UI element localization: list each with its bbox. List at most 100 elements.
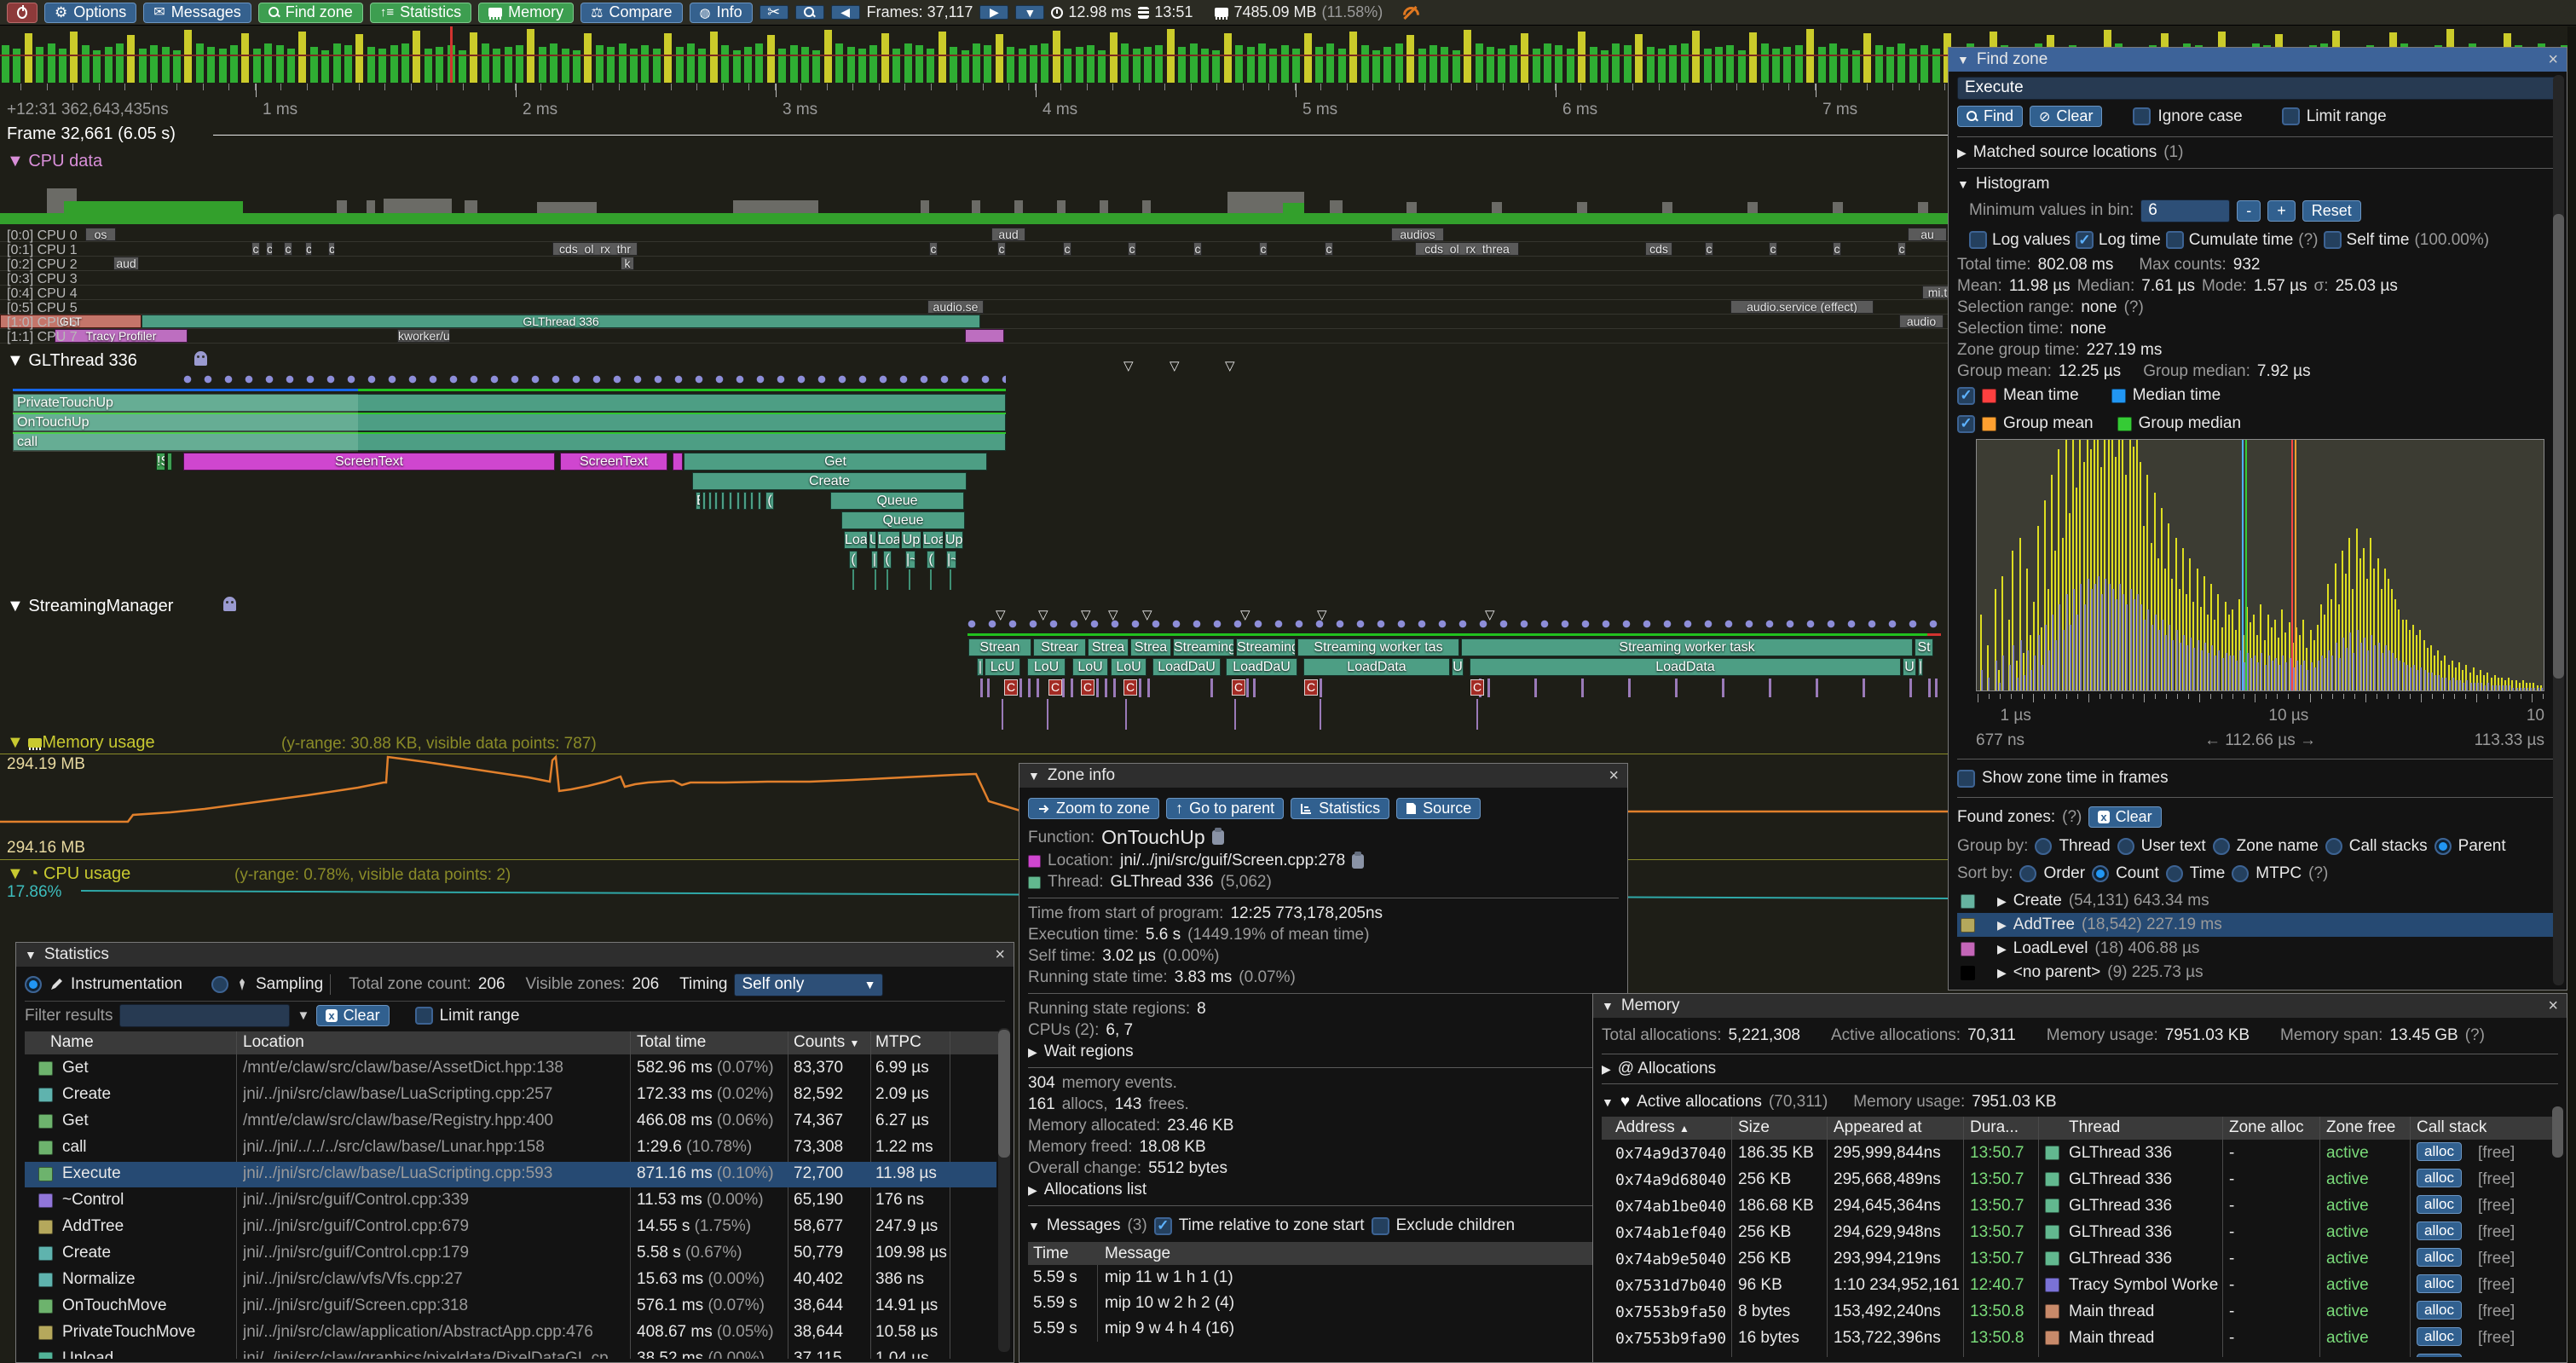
histogram-expander[interactable]: ▼Histogram — [1957, 175, 2558, 193]
zone-([interactable]: ( — [927, 551, 935, 569]
zone-LoadDaU[interactable]: LoadDaU — [1226, 658, 1297, 676]
bin-plus-button[interactable]: + — [2267, 200, 2296, 222]
close-icon[interactable]: × — [2548, 50, 2558, 70]
cpu-zone-k[interactable]: k — [621, 257, 634, 270]
radio-user-text[interactable] — [2117, 838, 2134, 855]
table-row[interactable]: PrivateTouchMovejni/../jni/src/claw/appl… — [25, 1320, 996, 1346]
zone-|~[interactable]: |~ — [905, 551, 915, 569]
find-zone-histogram[interactable] — [1976, 439, 2544, 691]
table-row[interactable]: calljni/../jni/../../../src/claw/base/Lu… — [25, 1135, 996, 1161]
main-scrollbar[interactable] — [2567, 26, 2576, 1363]
cpu-zone-c[interactable]: c — [1128, 242, 1136, 256]
alloc-callstack-button[interactable]: alloc — [2417, 1354, 2462, 1357]
zone-LoU[interactable]: LoU — [1027, 658, 1066, 676]
radio-mtpc[interactable] — [2232, 865, 2249, 882]
table-row[interactable]: OnTouchMovejni/../jni/src/guif/Screen.cp… — [25, 1294, 996, 1320]
streaming-header[interactable]: ▼ StreamingManager — [7, 597, 173, 616]
help-icon[interactable]: (?) — [2062, 808, 2082, 827]
alloc-callstack-button[interactable]: alloc — [2417, 1142, 2462, 1161]
cpu-zone-audio.se[interactable]: audio.se — [927, 300, 984, 314]
allocation-row[interactable]: 0x74ab1ef040256 KB294,629,948ns13:50.7GL… — [1602, 1221, 2556, 1246]
zone-U[interactable]: U — [1903, 658, 1916, 676]
c-zone-marker[interactable]: C — [1081, 679, 1095, 696]
zone-|[interactable]: | — [1918, 658, 1923, 676]
zone-bar[interactable] — [167, 453, 172, 471]
c-zone-marker[interactable]: C — [1004, 679, 1018, 696]
collapse-icon[interactable]: ▼ — [1957, 53, 1969, 66]
table-row[interactable]: AddTreejni/../jni/src/guif/Control.cpp:6… — [25, 1215, 996, 1240]
radio-call-stacks[interactable] — [2325, 838, 2342, 855]
message-row[interactable]: 5.59 smip 9 w 4 h 4 (16) — [1028, 1316, 1619, 1342]
table-row[interactable]: Get/mnt/e/claw/src/claw/base/Registry.hp… — [25, 1109, 996, 1135]
collapse-icon[interactable]: ▼ — [1602, 999, 1614, 1013]
cpu-zone-aud[interactable]: aud — [991, 228, 1025, 241]
cpu-zone-c[interactable]: c — [997, 242, 1006, 256]
message-row[interactable]: 5.59 smip 10 w 2 h 2 (4) — [1028, 1291, 1619, 1316]
zone-bar[interactable] — [750, 492, 754, 510]
column-header-thread[interactable]: Thread — [2069, 1118, 2120, 1137]
find-button[interactable]: Find — [1957, 106, 2023, 127]
radio-thread[interactable] — [2035, 838, 2052, 855]
found-zone-row[interactable]: ▶LoadLevel(18) 406.88 µs — [1957, 937, 2558, 961]
alloc-callstack-button[interactable]: alloc — [2417, 1301, 2462, 1320]
zone-bar[interactable] — [673, 453, 683, 471]
info-button[interactable]: ◍Info — [690, 3, 753, 23]
c-zone-marker[interactable]: C — [1470, 679, 1484, 696]
found-zone-row[interactable]: ▶AddTree(18,542) 227.19 ms — [1957, 913, 2558, 937]
zone-Strea[interactable]: Strea — [1088, 638, 1129, 656]
found-clear-button[interactable]: xClear — [2088, 806, 2161, 828]
cpu-zone-c[interactable]: c — [1259, 242, 1268, 256]
close-icon[interactable]: × — [1609, 766, 1619, 786]
memory-button[interactable]: Memory — [478, 3, 574, 23]
help-icon[interactable]: (?) — [2465, 1026, 2485, 1045]
cpu-zone-au[interactable]: au — [1908, 228, 1947, 241]
found-zone-row[interactable]: ▶Create(54,131) 643.34 ms — [1957, 889, 2558, 913]
zone-statistics-button[interactable]: Statistics — [1291, 798, 1389, 819]
limit-range-checkbox[interactable] — [415, 1007, 433, 1025]
close-icon[interactable]: × — [2548, 996, 2558, 1016]
zone-bar[interactable] — [743, 492, 747, 510]
zone-bar[interactable] — [736, 492, 740, 510]
reset-button[interactable]: Reset — [2302, 200, 2361, 222]
allocation-row[interactable]: 0x7553b9fa508 bytes153,492,240ns13:50.8M… — [1602, 1300, 2556, 1325]
c-zone-marker[interactable]: C — [1232, 679, 1245, 696]
zone-Loa[interactable]: Loa — [922, 531, 944, 549]
zone-bar[interactable] — [714, 492, 718, 510]
zone-Create[interactable]: Create — [692, 472, 967, 490]
alloc-callstack-button[interactable]: alloc — [2417, 1195, 2462, 1214]
cpu-usage-header[interactable]: ▼ ◔ CPU usage — [7, 864, 130, 884]
zone-|[interactable]: | — [871, 551, 878, 569]
alloc-callstack-button[interactable]: alloc — [2417, 1169, 2462, 1187]
zone-Streaming worker tas[interactable]: Streaming worker tas — [1297, 638, 1459, 656]
zone-LoadDaU[interactable]: LoadDaU — [1152, 658, 1221, 676]
cpu-zone-audios[interactable]: audios — [1391, 228, 1444, 241]
zone-Strear[interactable]: Strear — [1033, 638, 1086, 656]
alloc-callstack-button[interactable]: alloc — [2417, 1248, 2462, 1267]
zone-Loa[interactable]: Loa — [844, 531, 868, 549]
allocation-row[interactable]: 0x74a9d68040256 KB295,668,489ns13:50.7GL… — [1602, 1168, 2556, 1193]
cpu-zone-audio.service (effect)[interactable]: audio.service (effect) — [1730, 300, 1874, 314]
message-row[interactable]: 5.59 smip 11 w 1 h 1 (1) — [1028, 1265, 1619, 1291]
collapsed-zone-marker[interactable]: ▽ — [1225, 358, 1235, 373]
zone-LcU[interactable]: LcU — [985, 658, 1020, 676]
zone-ScreenText[interactable]: ScreenText — [183, 453, 555, 471]
table-row[interactable]: ~Controljni/../jni/src/guif/Control.cpp:… — [25, 1188, 996, 1214]
find-zone-button[interactable]: Find zone — [258, 3, 363, 23]
column-header-address[interactable]: Address ▲ — [1615, 1118, 1689, 1137]
clear-button[interactable]: ⊘Clear — [2030, 106, 2102, 127]
cpu-zone-c[interactable]: c — [251, 242, 260, 256]
cpu-zone-c[interactable]: c — [1063, 242, 1071, 256]
c-zone-marker[interactable]: C — [1123, 679, 1137, 696]
cpu-data-header[interactable]: ▼ CPU data — [7, 152, 102, 171]
zoom-to-zone-button[interactable]: Zoom to zone — [1028, 798, 1159, 819]
cpu-zone-aud[interactable]: aud — [113, 257, 139, 270]
log-values-checkbox[interactable] — [1969, 231, 1987, 249]
found-zone-row[interactable]: ▶<no parent>(9) 225.73 µs — [1957, 961, 2558, 985]
zone-Streaming[interactable]: Streaming — [1173, 638, 1234, 656]
glthread-header[interactable]: ▼ GLThread 336 — [7, 351, 137, 371]
cpu-zone-c[interactable]: c — [1833, 242, 1841, 256]
compare-button[interactable]: ⚖Compare — [580, 3, 682, 23]
help-icon[interactable]: (?) — [2124, 298, 2144, 317]
cpu-zone-c[interactable]: c — [266, 242, 273, 256]
column-header-dura-[interactable]: Dura... — [1970, 1118, 2019, 1137]
